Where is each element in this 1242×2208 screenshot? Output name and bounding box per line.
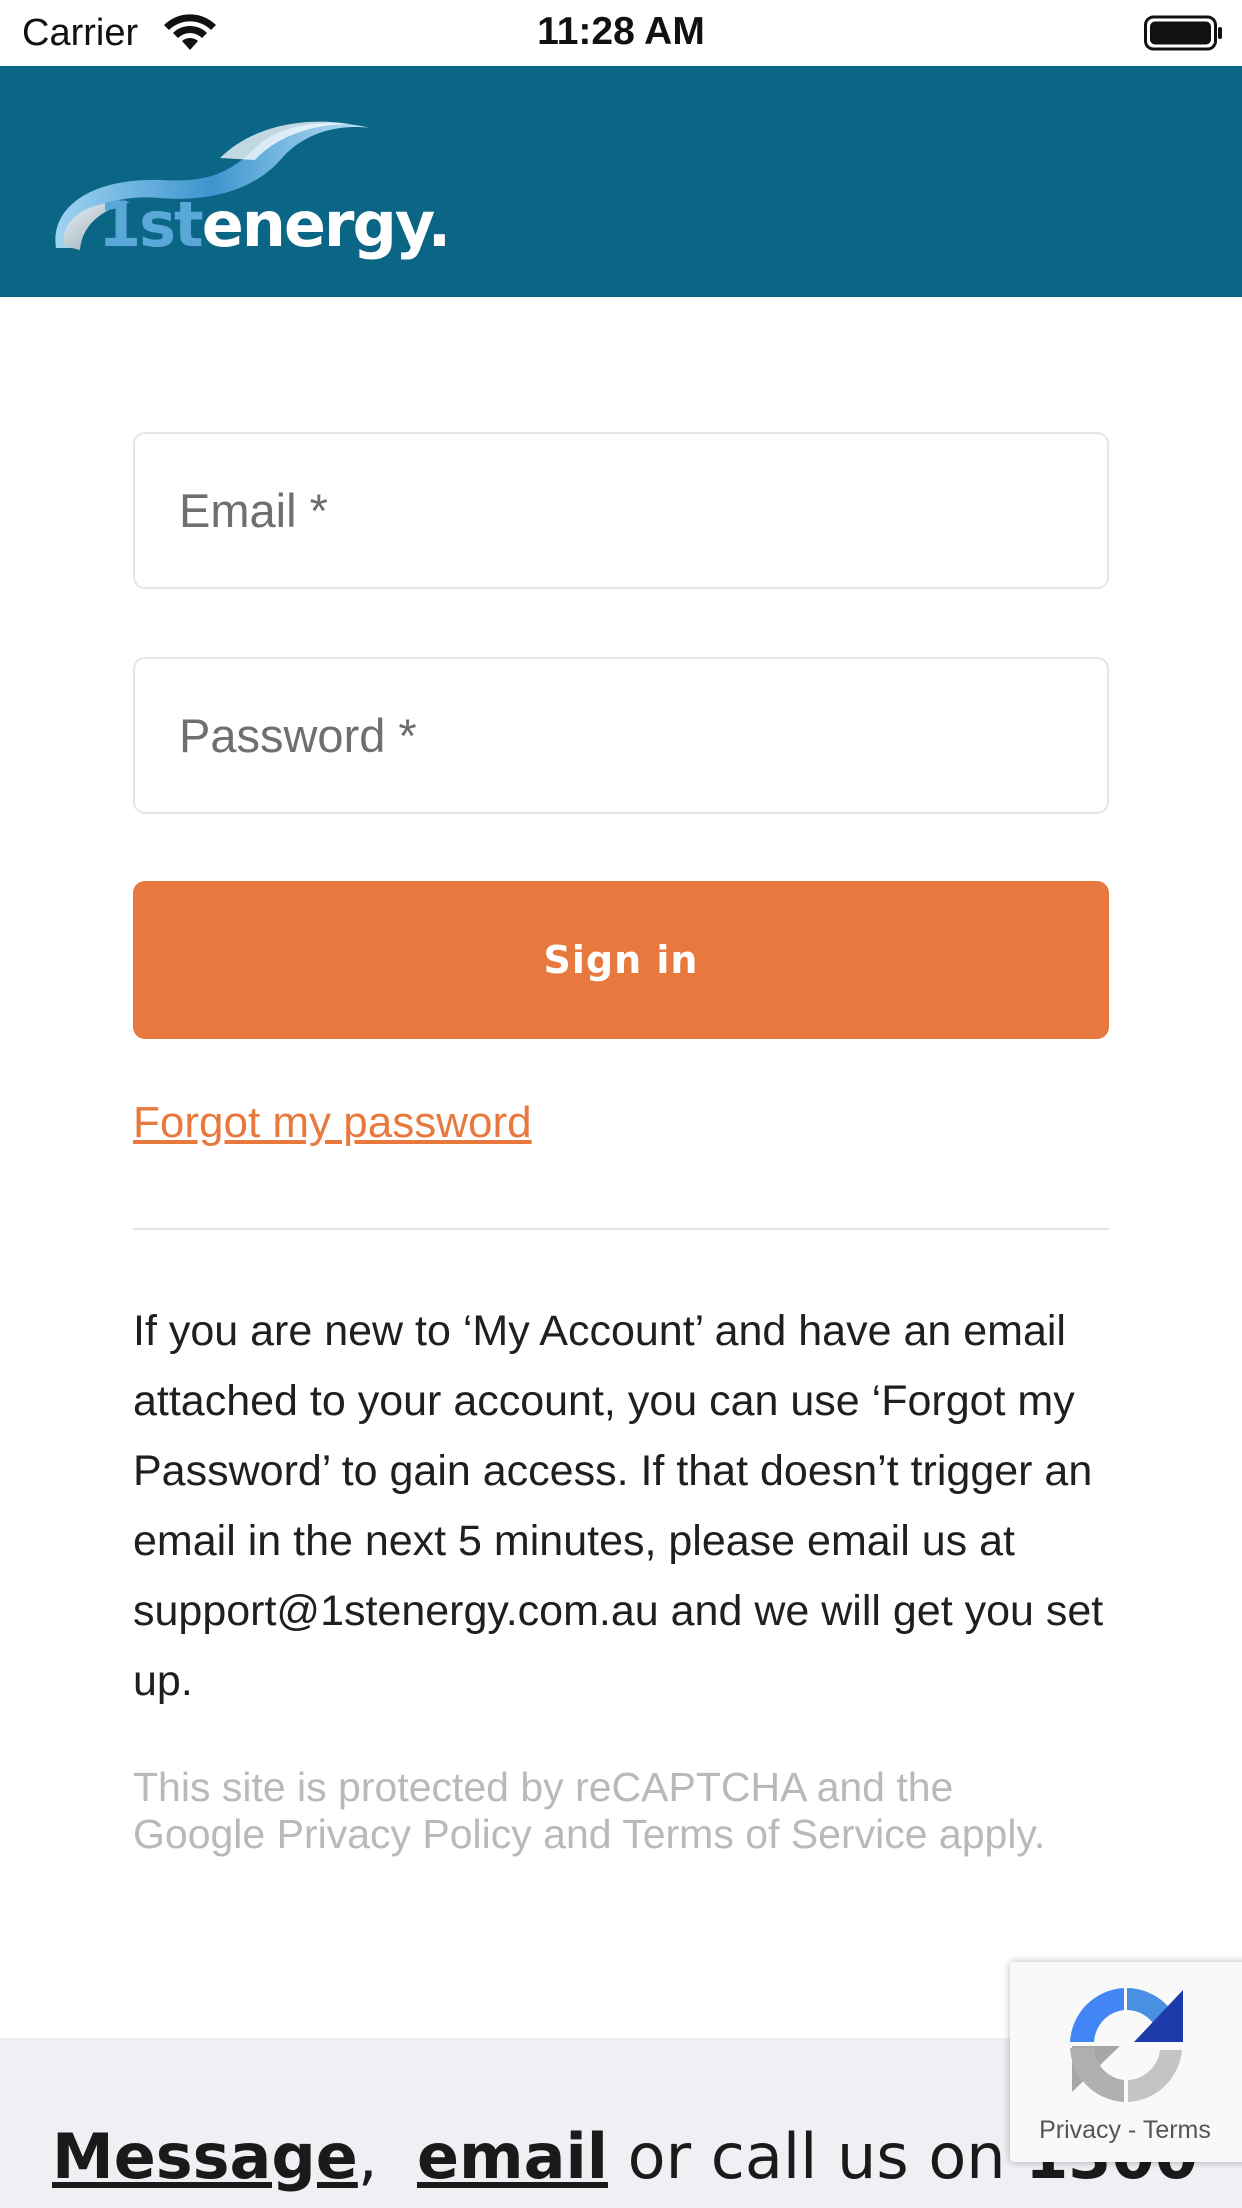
logo-wordmark-energy: energy.	[201, 188, 451, 261]
recaptcha-notice: This site is protected by reCAPTCHA and …	[133, 1764, 1046, 1857]
email-input[interactable]	[135, 434, 1107, 587]
recaptcha-terms-link[interactable]: Terms	[1143, 2116, 1211, 2144]
forgot-password-link[interactable]: Forgot my password	[133, 1098, 532, 1148]
recaptcha-separator: -	[1121, 2116, 1143, 2144]
recaptcha-logo-icon	[1070, 1988, 1183, 2102]
recaptcha-links: Privacy - Terms	[1010, 2116, 1240, 2145]
email-link[interactable]: email	[417, 2120, 608, 2193]
password-field[interactable]	[133, 657, 1109, 814]
email-field[interactable]	[133, 432, 1109, 589]
logo-wordmark-1st: 1st	[98, 188, 204, 261]
recaptcha-badge[interactable]: Privacy - Terms	[1010, 1962, 1242, 2162]
new-account-info-text: If you are new to ‘My Account’ and have …	[133, 1307, 1104, 1705]
recaptcha-privacy-link[interactable]: Privacy	[1039, 2116, 1121, 2144]
footer-comma: ,	[357, 2120, 378, 2193]
password-input[interactable]	[135, 659, 1107, 812]
logo-wordmark: 1stenergy.	[98, 188, 451, 261]
divider	[133, 1228, 1109, 1230]
status-bar: Carrier 11:28 AM	[0, 0, 1242, 66]
message-link[interactable]: Message	[52, 2120, 358, 2193]
sign-in-button[interactable]: Sign in	[133, 881, 1109, 1039]
footer-call-text: or call us on	[607, 2120, 1026, 2193]
brand-logo[interactable]: 1stenergy.	[50, 98, 451, 268]
battery-icon	[1144, 15, 1222, 51]
header-bar: 1stenergy.	[0, 66, 1242, 297]
status-time: 11:28 AM	[537, 10, 705, 53]
